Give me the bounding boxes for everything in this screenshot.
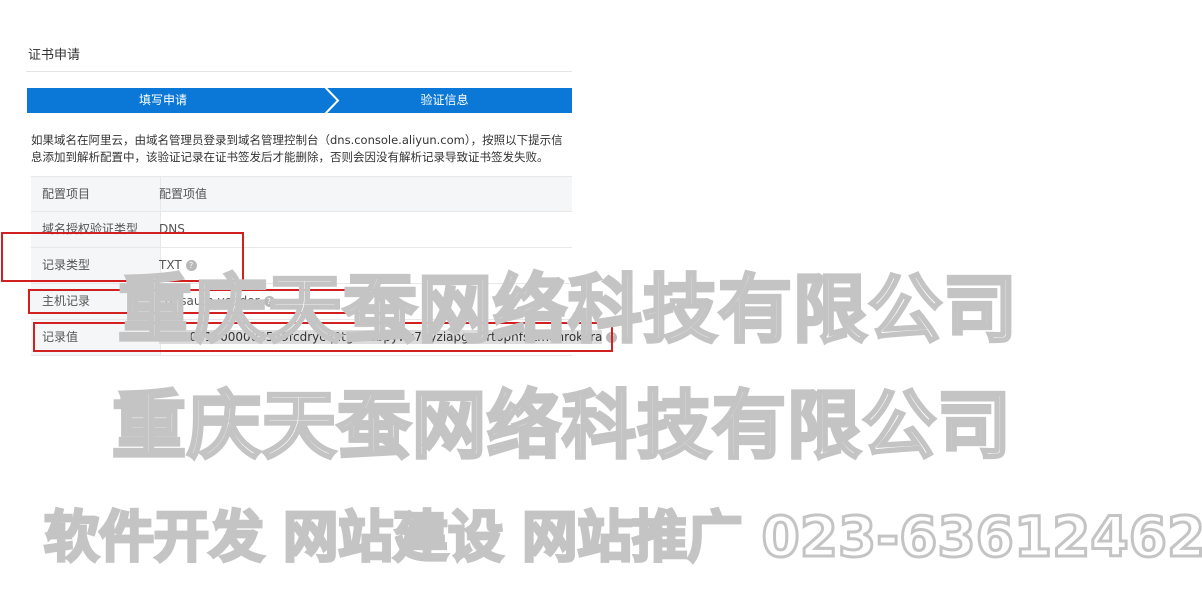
page-title: 证书申请	[28, 48, 81, 63]
annotation-box-record-value	[33, 322, 613, 352]
title-divider	[26, 71, 572, 72]
step-verify-info[interactable]: 验证信息	[317, 88, 572, 113]
table-header-row: 配置项目 配置项值	[31, 176, 572, 212]
header-config-value: 配置项值	[159, 187, 208, 201]
steps-bar: 填写申请 验证信息	[27, 88, 572, 113]
instruction-line-1: 如果域名在阿里云，由域名管理员登录到域名管理控制台（dns.console.al…	[31, 133, 563, 147]
watermark-company-2: 重庆天蚕网络科技有限公司	[111, 382, 1013, 471]
step-fill-application[interactable]: 填写申请	[27, 88, 299, 113]
watermark-services: 软件开发 网站建设 网站推广 023-63612462	[42, 504, 1202, 571]
header-config-item: 配置项目	[31, 177, 161, 211]
annotation-box-host-record	[28, 289, 383, 314]
instruction-line-2: 息添加到解析配置中，该验证记录在证书签发后才能删除，否则会因没有解析记录导致证书…	[31, 150, 549, 164]
instruction-text: 如果域名在阿里云，由域名管理员登录到域名管理控制台（dns.console.al…	[31, 132, 576, 166]
annotation-box-record-type	[1, 232, 244, 282]
